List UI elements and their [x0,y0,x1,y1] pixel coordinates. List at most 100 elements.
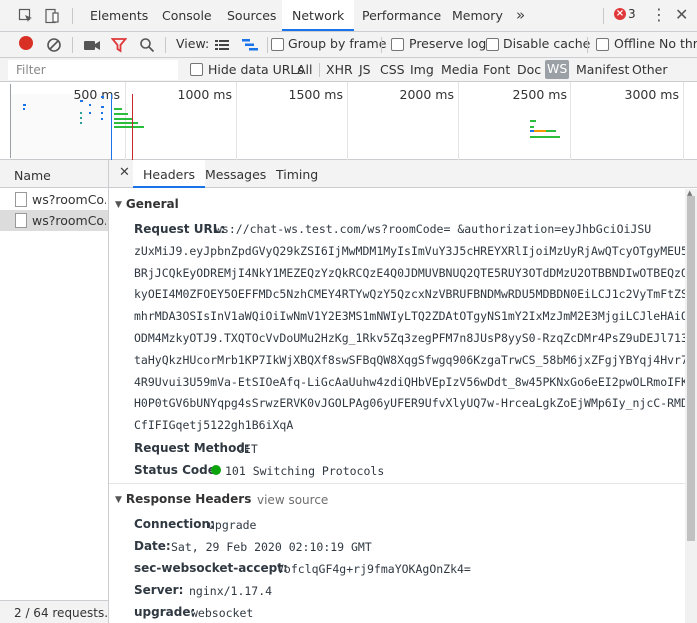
group-by-frame-checkbox[interactable] [271,38,284,51]
detail-scrollbar-thumb[interactable] [687,196,695,541]
clear-icon[interactable] [46,37,62,53]
request-list: Name ws?roomCo... ws?roomCo... 2 / 64 re… [0,160,116,623]
overview-bar [101,118,103,120]
status-code-label: Status Code: [134,463,221,477]
filter-type-media[interactable]: Media [441,62,479,77]
overview-tick-label: 2000 ms [399,87,454,102]
general-section-toggle[interactable]: ▼ General [115,197,179,211]
filter-type-font[interactable]: Font [483,62,510,77]
tab-sources[interactable]: Sources [227,0,276,31]
hide-data-urls-label[interactable]: Hide data URLs [208,62,304,77]
filter-type-js[interactable]: JS [359,62,371,77]
overview-bar [80,122,82,124]
header-value: upgrade [208,518,257,532]
overview-timeline[interactable]: 500 ms 1000 ms 1500 ms 2000 ms 2500 ms 3… [0,82,697,160]
filter-icon[interactable] [110,37,128,53]
error-icon[interactable]: × [614,8,626,20]
filter-type-manifest[interactable]: Manifest [576,62,629,77]
header-name: sec-websocket-accept: [134,561,288,575]
status-ok-icon [211,465,221,475]
filter-input[interactable] [8,60,178,80]
tab-elements[interactable]: Elements [90,0,148,31]
request-count: 2 / 64 requests... [14,606,116,620]
overview-bar [80,100,83,102]
request-list-header[interactable]: Name [0,160,108,188]
hide-data-urls-checkbox[interactable] [190,63,203,76]
record-icon[interactable] [19,36,33,50]
tab-memory[interactable]: Memory [452,0,503,31]
overview-bar [534,130,546,132]
overview-bar [530,120,536,122]
large-rows-icon[interactable] [214,37,230,53]
overview-bar [80,117,82,119]
overview-bar [80,112,82,114]
preserve-log-checkbox[interactable] [391,38,404,51]
overview-bar [101,112,103,114]
name-column-header[interactable]: Name [14,168,51,183]
document-icon [15,192,27,207]
filter-type-other[interactable]: Other [632,62,668,77]
overview-gridline [347,82,348,160]
preserve-log-label[interactable]: Preserve log [409,36,486,51]
filter-type-doc[interactable]: Doc [517,62,541,77]
search-icon[interactable] [139,37,155,53]
filter-type-ws[interactable]: WS [545,60,570,79]
device-toolbar-icon[interactable] [44,8,60,24]
more-tabs-button[interactable]: » [516,6,525,24]
tab-network[interactable]: Network [282,0,355,31]
offline-label[interactable]: Offline [614,36,655,51]
overview-gridline [125,82,126,160]
request-method-value: GET [237,442,258,456]
filter-type-img[interactable]: Img [410,62,434,77]
overview-bar [23,108,25,110]
request-name: ws?roomCo... [32,213,106,228]
request-summary-bar: 2 / 64 requests... [0,600,116,623]
overview-bar [530,136,560,138]
request-url-line: BRjJCQkEyODREMjI4NkY1MEZEQzYzQkRCQzE4Q0J… [134,266,685,280]
inspect-element-icon[interactable] [18,8,34,24]
close-icon[interactable]: ✕ [675,5,688,24]
group-by-frame-label[interactable]: Group by frame [288,36,386,51]
overview-selection[interactable] [11,94,111,160]
request-row[interactable]: ws?roomCo... [0,189,108,210]
header-name: Server: [134,583,184,597]
disable-cache-label[interactable]: Disable cache [503,36,590,51]
request-row-selected[interactable]: ws?roomCo... [0,210,108,231]
close-detail-icon[interactable]: ✕ [119,165,130,180]
overview-tick-label: 2500 ms [512,87,567,102]
request-url-line: zUxMiJ9.eyJpbnZpdGVyQ29kZSI6IjMwMDM1MyIs… [134,244,685,258]
request-url-line: mhrMDA3OSIsInV1aWQiOiIwNmV1Y2E3MS1mNWIyL… [134,309,685,323]
filter-type-xhr[interactable]: XHR [326,62,353,77]
overview-gridline [570,82,571,160]
filter-type-all[interactable]: All [297,62,313,77]
overview-tick-label: 3000 ms [624,87,679,102]
header-value: Sat, 29 Feb 2020 02:10:19 GMT [171,540,372,554]
header-name: upgrade: [134,605,196,619]
response-headers-toggle[interactable]: ▼ Response Headers [115,492,251,506]
tab-performance[interactable]: Performance [362,0,441,31]
overview-left-handle[interactable] [10,84,11,158]
header-name: Date: [134,539,171,553]
throttling-select[interactable]: No thro [659,36,697,51]
camera-icon[interactable] [83,37,101,53]
scroll-up-arrow-icon[interactable]: ▲ [687,189,692,197]
disable-cache-checkbox[interactable] [486,38,499,51]
view-label: View: [176,36,210,51]
overview-bar [101,96,104,98]
toolbar-divider [165,37,166,53]
error-count[interactable]: 3 [628,7,636,21]
tab-timing[interactable]: Timing [266,160,328,188]
waterfall-icon[interactable] [241,37,259,53]
load-marker [132,94,133,160]
tab-messages[interactable]: Messages [195,160,276,188]
offline-checkbox[interactable] [596,38,609,51]
filter-type-css[interactable]: CSS [380,62,405,77]
view-source-link[interactable]: view source [257,493,328,507]
status-code-value: 101 Switching Protocols [225,464,385,478]
detail-tab-bar: ✕ Headers Messages Timing [109,160,697,188]
tab-console[interactable]: Console [162,0,212,31]
overview-gridline [458,82,459,160]
kebab-menu-icon[interactable]: ⋮ [651,5,667,24]
overview-bar [114,108,122,110]
request-name: ws?roomCo... [32,192,106,207]
